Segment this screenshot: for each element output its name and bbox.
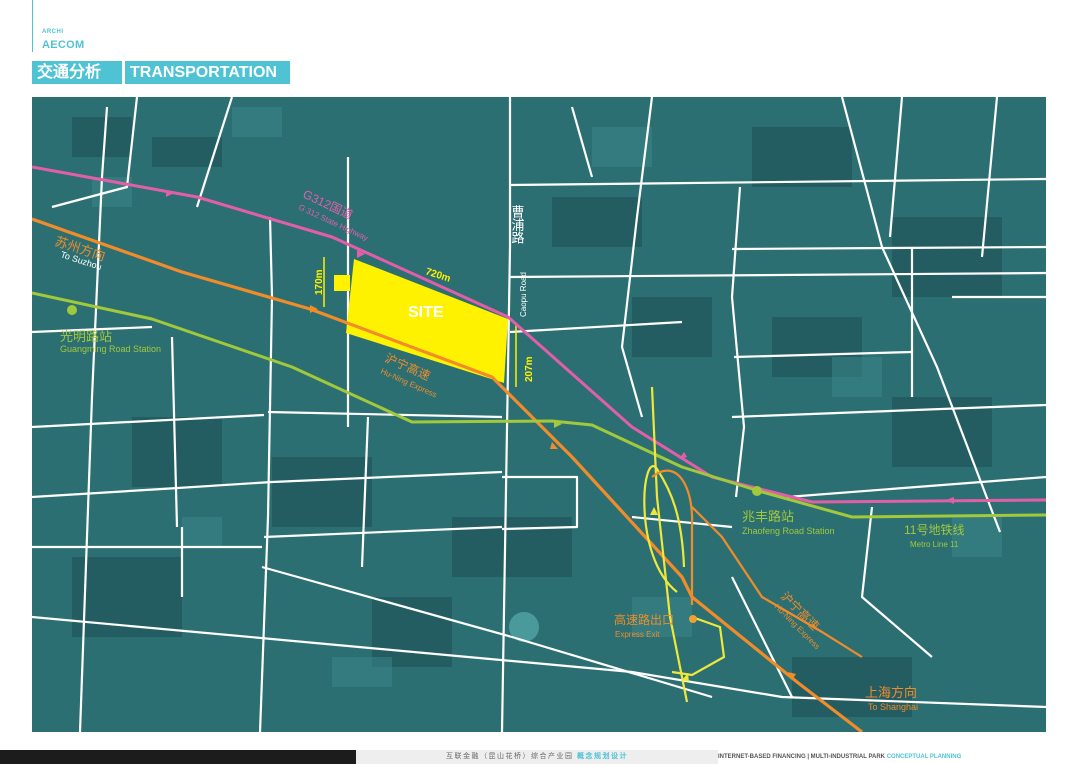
brand-archi: ARCHI: [42, 29, 64, 35]
caopu-road-cn: 曹浦路: [510, 205, 525, 244]
flow-arrows: [166, 190, 954, 682]
shanghai-direction-cn: 上海方向: [865, 685, 917, 700]
distance-east: 207m: [524, 356, 535, 382]
shanghai-direction-en: To Shanghai: [868, 702, 918, 712]
site-entrance: [334, 275, 350, 291]
page-title-cn: 交通分析: [32, 61, 122, 84]
guangming-station-cn: 光明路站: [60, 329, 112, 344]
express-exit-cn: 高速路出口: [614, 612, 674, 627]
zhaofeng-station-en: Zhaofeng Road Station: [742, 526, 835, 536]
brand-divider: [32, 0, 33, 52]
metro-line-en: Metro Line 11: [910, 540, 959, 549]
transportation-map: SITE G312国道 G 312 State Highway 苏州方向 To …: [32, 97, 1046, 732]
guangming-station-en: Guangming Road Station: [60, 344, 161, 354]
footer-en-text: INTERNET-BASED FINANCING | MULTI-INDUSTR…: [718, 754, 886, 760]
page-title-en: TRANSPORTATION: [125, 61, 290, 84]
zhaofeng-station-marker: [752, 486, 762, 496]
footer-cn-accent: 概念规划设计: [576, 753, 628, 760]
site-label: SITE: [408, 304, 444, 321]
footer-project-cn: 互联金融（昆山花桥）综合产业园 概念规划设计: [356, 750, 718, 764]
footer-dark-band: [0, 750, 356, 764]
guangming-station-marker: [67, 305, 77, 315]
caopu-road-en: Caopu Road: [519, 272, 528, 317]
footer-project-en: INTERNET-BASED FINANCING | MULTI-INDUSTR…: [718, 750, 1080, 764]
brand-logo: AECOM: [42, 39, 85, 51]
express-exit-en: Express Exit: [615, 630, 660, 639]
metro-line-cn: 11号地铁线: [904, 523, 964, 537]
zhaofeng-station-cn: 兆丰路站: [742, 509, 794, 524]
map-svg: SITE G312国道 G 312 State Highway 苏州方向 To …: [32, 97, 1046, 732]
footer-cn-text: 互联金融（昆山花桥）综合产业园: [446, 753, 574, 760]
express-exit-marker: [689, 615, 697, 623]
distance-west: 170m: [314, 269, 325, 295]
footer-en-accent: CONCEPTUAL PLANNING: [886, 754, 962, 760]
